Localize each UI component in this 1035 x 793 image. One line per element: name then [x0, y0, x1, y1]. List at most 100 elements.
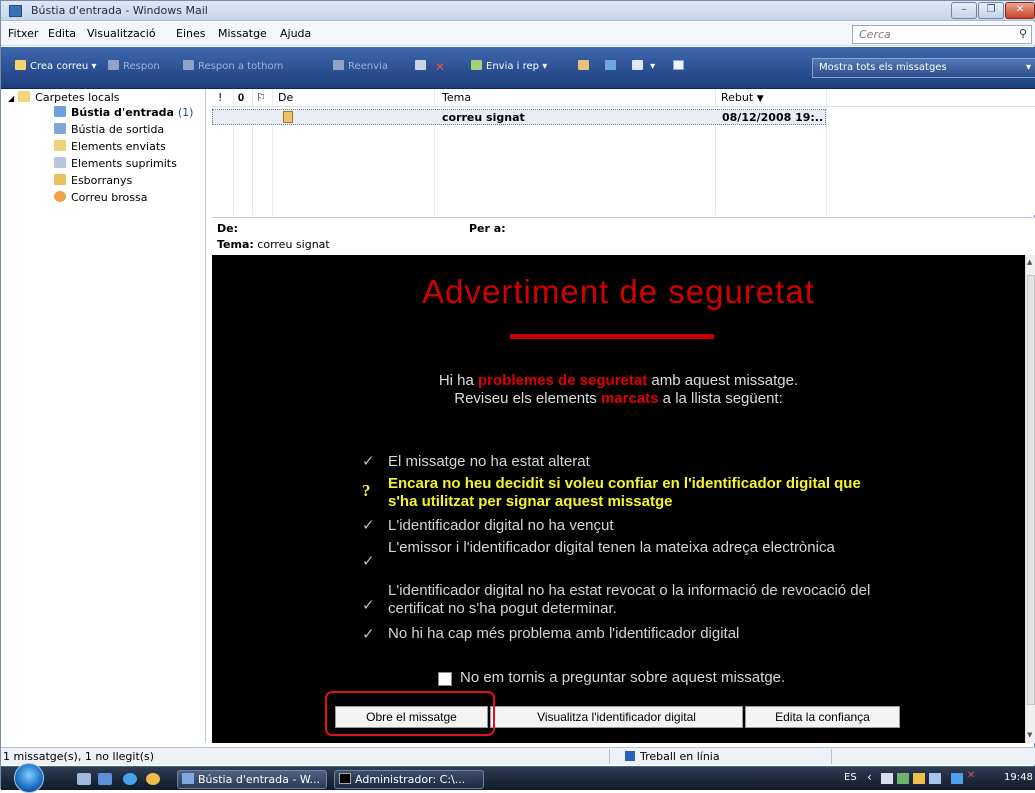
- contacts-button[interactable]: [578, 60, 593, 72]
- menu-tools[interactable]: Eines: [176, 27, 205, 40]
- warning-underline: [510, 334, 714, 339]
- status-divider: [609, 749, 610, 764]
- folder-inbox[interactable]: Bústia d'entrada (1): [54, 106, 193, 119]
- menu-file[interactable]: Fitxer: [8, 27, 38, 40]
- print-button[interactable]: [415, 60, 430, 72]
- cmd-icon: [339, 773, 351, 784]
- maximize-button[interactable]: ❐: [978, 2, 1004, 19]
- send-receive-button[interactable]: Envia i rep ▾: [471, 60, 547, 72]
- check-icon: ✓: [362, 596, 375, 614]
- volume-muted-icon[interactable]: ✕: [967, 770, 975, 781]
- subject-line: Tema: correu signat: [217, 238, 330, 251]
- close-button[interactable]: ✕: [1005, 2, 1035, 19]
- col-attachment-icon[interactable]: 𝟎: [238, 91, 244, 105]
- trash-icon: [54, 157, 66, 168]
- menu-view[interactable]: Visualització: [87, 27, 156, 40]
- open-message-button[interactable]: Obre el missatge: [335, 706, 488, 728]
- view-filter-select[interactable]: Mostra tots els missatges ▾: [812, 58, 1035, 78]
- folder-sent[interactable]: Elements enviats: [54, 140, 166, 153]
- dont-ask-checkbox[interactable]: [438, 672, 452, 686]
- preview-scrollbar[interactable]: ▲ ▼: [1025, 255, 1035, 743]
- tray-security-icon[interactable]: [913, 773, 925, 784]
- language-indicator[interactable]: ES: [844, 772, 857, 783]
- tray-network-icon[interactable]: [951, 773, 963, 784]
- check-icon: ✓: [362, 516, 375, 534]
- col-from[interactable]: De: [278, 91, 293, 104]
- ie-icon[interactable]: [123, 773, 137, 785]
- folder-sent-label: Elements enviats: [71, 140, 166, 153]
- search-placeholder: Cerca: [859, 28, 891, 41]
- reply-button[interactable]: Respon: [108, 60, 160, 72]
- scroll-thumb[interactable]: [1027, 275, 1035, 705]
- folder-root[interactable]: ◢ Carpetes locals: [8, 91, 120, 104]
- status-divider: [831, 749, 832, 764]
- reply-all-label: Respon a tothom: [198, 61, 284, 72]
- edit-trust-button[interactable]: Edita la confiança: [745, 706, 900, 728]
- taskbar-mail-button[interactable]: Bústia d'entrada - W...: [177, 770, 327, 789]
- message-row[interactable]: correu signat 08/12/2008 19:...: [212, 109, 826, 125]
- subject-value: correu signat: [257, 238, 330, 251]
- col-flag-icon[interactable]: ⚐: [256, 91, 266, 104]
- drafts-icon: [54, 174, 66, 185]
- message-list: ! 𝟎 ⚐ De Tema Rebut ▼ correu signat 08/1…: [212, 89, 1035, 215]
- menu-help[interactable]: Ajuda: [280, 27, 311, 40]
- warning-intro-1: Hi ha problemes de seguretat amb aquest …: [212, 372, 1025, 389]
- check-icon: ✓: [362, 552, 375, 570]
- tray-app-icon[interactable]: [897, 773, 909, 784]
- preview-header: De: Per a: Tema: correu signat: [212, 217, 1035, 255]
- sort-down-icon: ▼: [756, 94, 764, 104]
- chevron-down-icon: ▾: [1025, 62, 1031, 73]
- intro-text: a la llista següent:: [658, 390, 783, 407]
- taskbar-mail-label: Bústia d'entrada - W...: [198, 773, 320, 786]
- create-mail-button[interactable]: Crea correu ▾: [15, 60, 96, 72]
- menu-edit[interactable]: Edita: [48, 27, 76, 40]
- expand-icon[interactable]: ◢: [8, 94, 14, 103]
- folder-junk[interactable]: Correu brossa: [54, 191, 147, 204]
- find-button[interactable]: ▾: [632, 60, 655, 72]
- col-subject[interactable]: Tema: [442, 91, 471, 104]
- taskbar-cmd-button[interactable]: Administrador: C:\...: [334, 770, 484, 789]
- search-icon[interactable]: ⚲: [1019, 27, 1027, 40]
- question-icon: ?: [362, 481, 371, 500]
- folder-inbox-label: Bústia d'entrada: [71, 106, 174, 119]
- warning-item: L'emissor i l'identificador digital tene…: [388, 539, 835, 556]
- folder-junk-label: Correu brossa: [71, 191, 148, 204]
- warning-item: L'identificador digital no ha estat revo…: [388, 582, 871, 617]
- tray-expand-icon[interactable]: ‹: [867, 770, 872, 784]
- switch-windows-icon[interactable]: [98, 773, 112, 785]
- reply-all-button[interactable]: Respon a tothom: [183, 60, 283, 72]
- print-icon: [415, 60, 426, 70]
- reply-all-icon: [183, 60, 194, 70]
- search-input[interactable]: Cerca ⚲: [852, 25, 1032, 44]
- view-filter-label: Mostra tots els missatges: [819, 62, 947, 73]
- scroll-down-icon[interactable]: ▼: [1027, 731, 1032, 739]
- column-divider: [715, 89, 716, 215]
- layout-icon: [673, 60, 684, 70]
- column-divider: [272, 89, 273, 215]
- clock[interactable]: 19:48: [1004, 772, 1033, 783]
- folder-deleted[interactable]: Elements suprimits: [54, 157, 177, 170]
- tray-mail-icon[interactable]: [881, 773, 893, 784]
- tray-device-icon[interactable]: [929, 773, 941, 784]
- minimize-button[interactable]: –: [951, 2, 977, 19]
- col-received[interactable]: Rebut ▼: [721, 91, 764, 104]
- calendar-button[interactable]: [605, 60, 620, 72]
- warning-item: El missatge no ha estat alterat: [388, 453, 590, 470]
- col-priority[interactable]: !: [218, 91, 222, 104]
- forward-button[interactable]: Reenvia: [333, 60, 388, 72]
- status-bar: 1 missatge(s), 1 no llegit(s) Treball en…: [1, 747, 1035, 765]
- mail-quicklaunch-icon[interactable]: [146, 773, 160, 785]
- layout-button[interactable]: [673, 60, 688, 72]
- mail-window: Bústia d'entrada - Windows Mail – ❐ ✕ Fi…: [0, 0, 1035, 793]
- security-warning-panel: Advertiment de seguretat Hi ha problemes…: [212, 255, 1025, 743]
- show-desktop-icon[interactable]: [77, 773, 91, 785]
- folder-drafts[interactable]: Esborranys: [54, 174, 132, 187]
- menu-message[interactable]: Missatge: [218, 27, 267, 40]
- column-divider: [434, 89, 435, 215]
- intro-text: amb aquest missatge.: [647, 372, 799, 389]
- view-digital-id-button[interactable]: Visualitza l'identificador digital: [490, 706, 743, 728]
- folder-outbox[interactable]: Bústia de sortida: [54, 123, 164, 136]
- delete-button[interactable]: ✕: [435, 60, 445, 74]
- scroll-up-icon[interactable]: ▲: [1027, 258, 1032, 266]
- subject-label: Tema:: [217, 238, 254, 251]
